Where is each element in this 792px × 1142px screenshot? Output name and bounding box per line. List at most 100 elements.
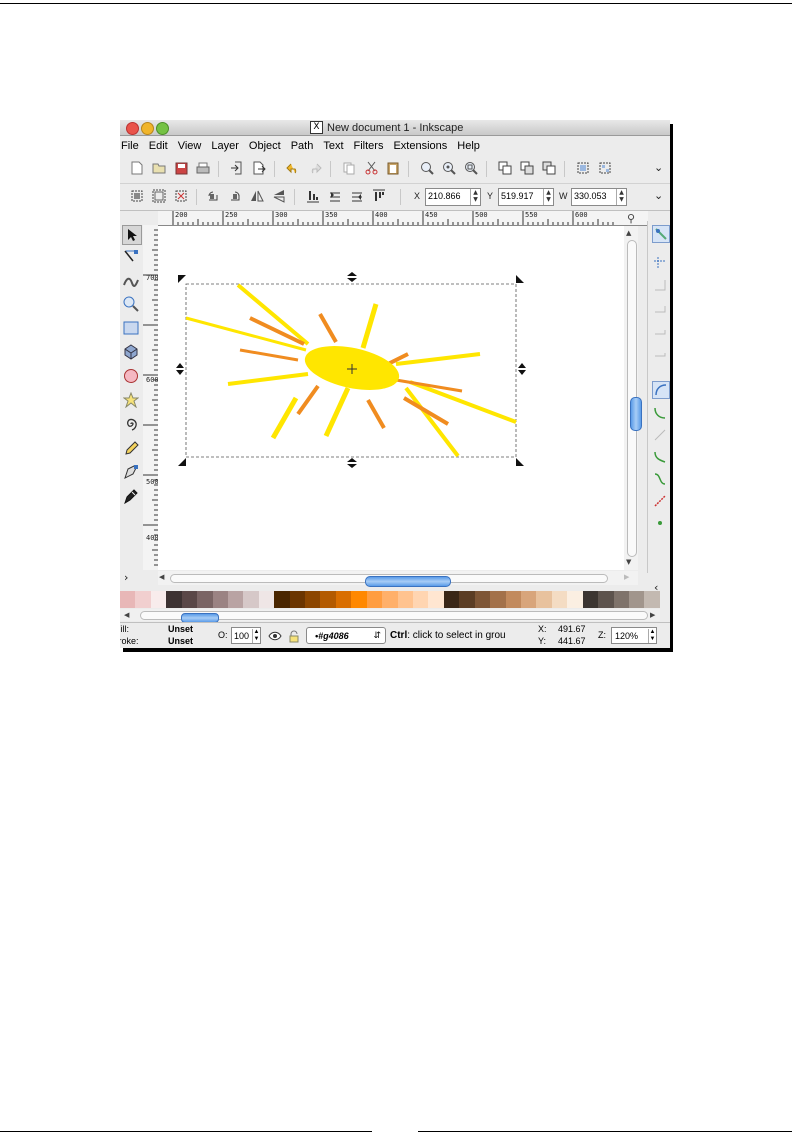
snap-bbox-edge-icon[interactable]	[652, 277, 668, 293]
scroll-right-icon[interactable]: ▶	[624, 573, 629, 581]
color-swatch[interactable]	[582, 591, 599, 608]
menu-edit[interactable]: Edit	[144, 140, 173, 152]
width-spin-arrows[interactable]: ▲ ▼	[616, 189, 626, 205]
snap-bbox-icon[interactable]	[652, 255, 668, 271]
color-swatch[interactable]	[181, 591, 198, 608]
color-swatch[interactable]	[536, 591, 552, 608]
zoom-tool-icon[interactable]	[122, 295, 140, 313]
color-swatch[interactable]	[505, 591, 521, 608]
raise-icon[interactable]	[350, 189, 364, 203]
color-swatch[interactable]	[258, 591, 275, 608]
color-swatch[interactable]	[335, 591, 352, 608]
menu-text[interactable]: Text	[318, 140, 348, 152]
width-field[interactable]: 330.053 ▲ ▼	[571, 188, 627, 206]
menu-filters[interactable]: Filters	[349, 140, 389, 152]
star-tool-icon[interactable]	[122, 391, 140, 409]
fill-value[interactable]: Unset	[168, 624, 193, 634]
color-swatch[interactable]	[413, 591, 429, 608]
zoom-selection-icon[interactable]	[420, 161, 434, 175]
open-icon[interactable]	[152, 161, 166, 175]
scroll-track[interactable]	[140, 611, 648, 623]
group-icon[interactable]	[576, 161, 590, 175]
color-swatch[interactable]	[490, 591, 506, 608]
redo-icon[interactable]	[308, 161, 322, 175]
menu-object[interactable]: Object	[244, 140, 286, 152]
rotate-cw-icon[interactable]	[228, 189, 242, 203]
minimize-button[interactable]	[141, 122, 154, 135]
tweak-tool-icon[interactable]	[122, 271, 140, 289]
color-swatch[interactable]	[166, 591, 182, 608]
snap-bbox-corner-icon[interactable]	[652, 299, 668, 315]
select-all-icon[interactable]	[130, 189, 144, 203]
color-palette[interactable]	[120, 591, 660, 608]
maximize-button[interactable]	[156, 122, 169, 135]
snap-midpoints-icon[interactable]	[652, 493, 668, 509]
scroll-down-icon[interactable]: ▼	[626, 558, 631, 566]
ungroup-icon[interactable]	[598, 161, 612, 175]
scroll-track[interactable]	[170, 574, 608, 587]
scroll-track[interactable]	[627, 240, 642, 557]
ellipse-tool-icon[interactable]	[122, 367, 140, 385]
color-swatch[interactable]	[274, 591, 290, 608]
horizontal-scrollbar[interactable]: ◀ ▶	[158, 571, 638, 587]
export-icon[interactable]	[252, 161, 266, 175]
menu-layer[interactable]: Layer	[206, 140, 244, 152]
color-swatch[interactable]	[135, 591, 151, 608]
save-icon[interactable]	[174, 161, 188, 175]
chevron-down-icon[interactable]: ⌄	[654, 189, 663, 202]
pencil-tool-icon[interactable]	[122, 439, 140, 457]
lower-icon[interactable]	[328, 189, 342, 203]
zoom-field[interactable]: 120% ▲ ▼	[611, 627, 657, 644]
new-document-icon[interactable]	[130, 161, 144, 175]
color-swatch[interactable]	[289, 591, 306, 608]
flip-vertical-icon[interactable]	[272, 189, 286, 203]
horizontal-ruler[interactable]: 200 250 300 350 400 450 500 550 600 ⚲	[158, 211, 648, 226]
snap-bbox-midpoint-icon[interactable]	[652, 321, 668, 337]
menu-path[interactable]: Path	[286, 140, 319, 152]
zoom-drawing-icon[interactable]	[442, 161, 456, 175]
duplicate-icon[interactable]	[498, 161, 512, 175]
clone-icon[interactable]	[520, 161, 534, 175]
snap-smooth-nodes-icon[interactable]	[652, 471, 668, 487]
snap-cusp-nodes-icon[interactable]	[652, 449, 668, 465]
eye-icon[interactable]	[268, 629, 282, 643]
deselect-icon[interactable]	[174, 189, 188, 203]
color-swatch[interactable]	[120, 591, 136, 608]
snap-enable-icon[interactable]	[652, 225, 670, 243]
chevron-right-icon[interactable]: ›	[124, 571, 128, 584]
scroll-up-icon[interactable]: ▲	[626, 229, 631, 237]
color-swatch[interactable]	[598, 591, 614, 608]
vertical-scrollbar[interactable]: ▲ ▼	[624, 226, 642, 570]
snap-bbox-center-icon[interactable]	[652, 343, 668, 359]
scroll-thumb[interactable]	[365, 576, 451, 587]
node-tool-icon[interactable]	[122, 247, 140, 265]
import-icon[interactable]	[230, 161, 244, 175]
opacity-spin-arrows[interactable]: ▲ ▼	[252, 628, 260, 643]
color-swatch[interactable]	[459, 591, 475, 608]
color-swatch[interactable]	[551, 591, 568, 608]
color-swatch[interactable]	[243, 591, 259, 608]
stroke-value[interactable]: Unset	[168, 636, 193, 646]
scroll-right-icon[interactable]: ▶	[650, 611, 655, 619]
rotate-ccw-icon[interactable]	[206, 189, 220, 203]
3d-box-tool-icon[interactable]	[122, 343, 140, 361]
layer-selector[interactable]: •#g4086 ⇵	[306, 627, 386, 644]
opacity-field[interactable]: 100 ▲ ▼	[231, 627, 261, 644]
color-swatch[interactable]	[382, 591, 398, 608]
color-swatch[interactable]	[320, 591, 336, 608]
cut-icon[interactable]	[364, 161, 378, 175]
scroll-thumb[interactable]	[630, 397, 642, 431]
color-swatch[interactable]	[366, 591, 383, 608]
zoom-page-icon[interactable]	[464, 161, 478, 175]
color-swatch[interactable]	[351, 591, 367, 608]
copy-icon[interactable]	[342, 161, 356, 175]
scroll-left-icon[interactable]: ◀	[124, 611, 129, 619]
drawing-canvas[interactable]	[158, 226, 626, 570]
color-swatch[interactable]	[305, 591, 321, 608]
raise-to-top-icon[interactable]	[372, 189, 386, 203]
chevron-down-icon[interactable]: ⌄	[654, 161, 663, 174]
paste-icon[interactable]	[386, 161, 400, 175]
color-swatch[interactable]	[197, 591, 213, 608]
snap-intersections-icon[interactable]	[652, 427, 668, 443]
scroll-left-icon[interactable]: ◀	[159, 573, 164, 581]
